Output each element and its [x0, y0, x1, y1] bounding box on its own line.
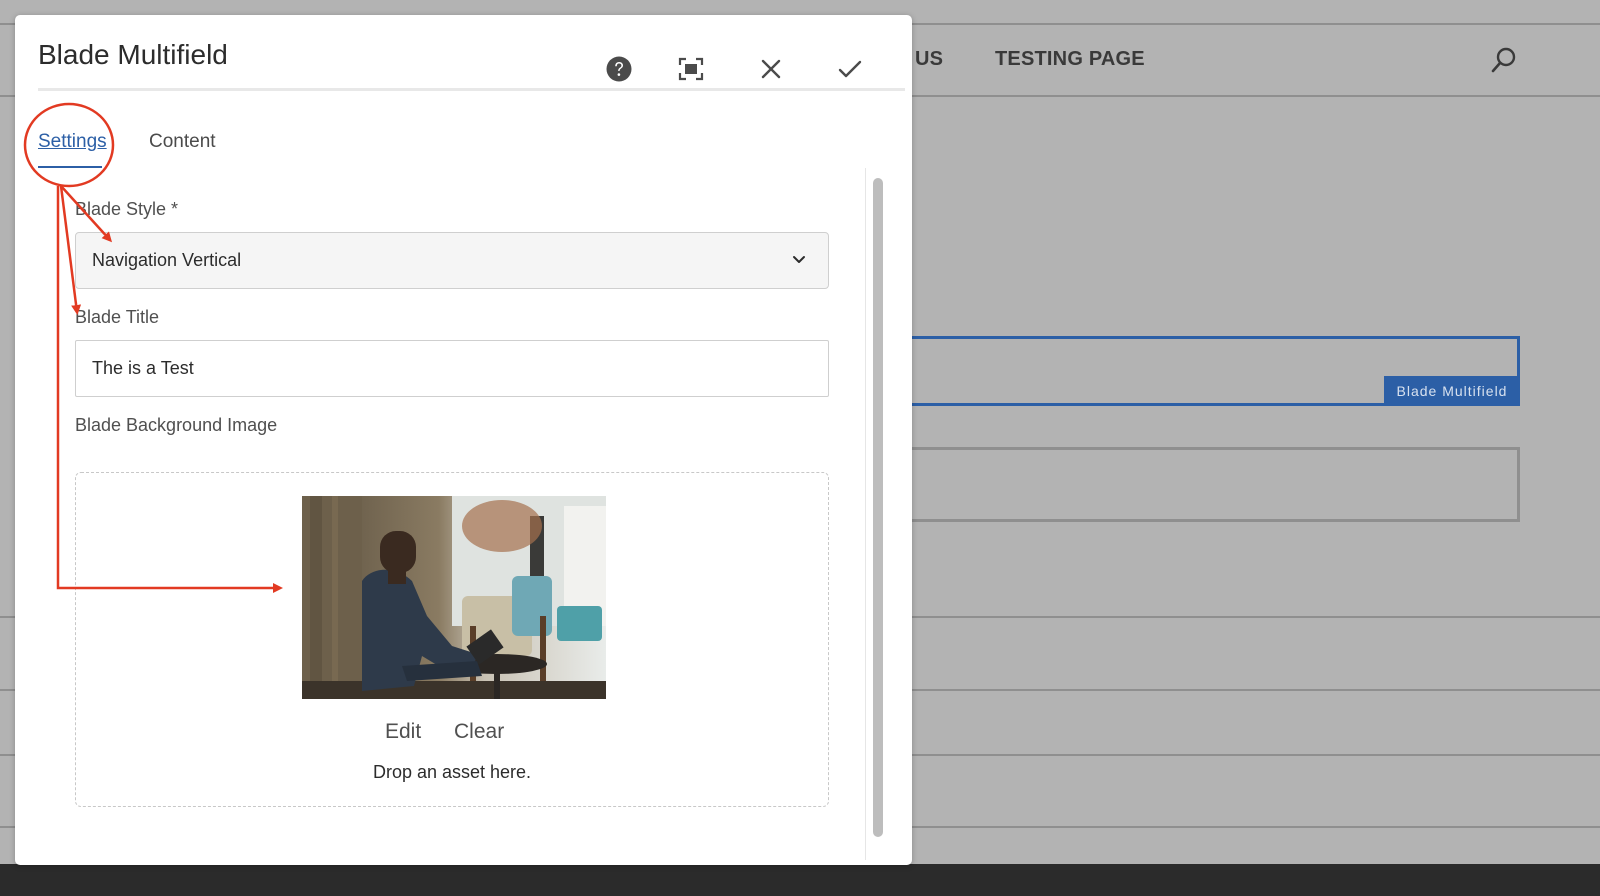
fullscreen-button[interactable] [671, 49, 711, 89]
component-outline[interactable] [880, 447, 1520, 522]
edit-asset-button[interactable]: Edit [385, 720, 421, 744]
component-badge: Blade Multifield [1384, 376, 1520, 406]
active-tab-indicator [38, 166, 102, 168]
close-button[interactable] [751, 49, 791, 89]
drop-hint: Drop an asset here. [372, 762, 532, 782]
blade-style-label: Blade Style * [75, 199, 179, 219]
nav-item-about-us[interactable]: US [915, 48, 943, 71]
checkmark-icon [838, 60, 862, 78]
blade-style-select[interactable]: Navigation Vertical [75, 232, 829, 289]
blade-multifield-dialog: Blade Multifield Settings Content Blade … [15, 15, 912, 865]
clear-asset-button[interactable]: Clear [454, 720, 504, 744]
chevron-down-icon [793, 256, 805, 263]
help-icon [606, 56, 632, 82]
fullscreen-icon [678, 57, 704, 81]
tab-content[interactable]: Content [149, 131, 216, 153]
blade-title-input[interactable]: The is a Test [75, 340, 829, 397]
done-button[interactable] [830, 49, 870, 89]
asset-drop-zone[interactable]: Edit Clear Drop an asset here. [75, 472, 829, 807]
background-image-label: Blade Background Image [75, 415, 278, 435]
close-icon [761, 59, 781, 79]
scrollbar-thumb[interactable] [873, 178, 883, 837]
blade-style-value: Navigation Vertical [92, 250, 242, 270]
blade-title-value: The is a Test [92, 358, 194, 378]
header-divider [38, 88, 905, 91]
blade-title-label: Blade Title [75, 307, 160, 327]
scrollbar[interactable] [865, 168, 887, 860]
search-icon[interactable] [1490, 46, 1518, 74]
tab-settings[interactable]: Settings [38, 131, 107, 153]
dialog-title: Blade Multifield [38, 39, 228, 70]
page-footer [0, 864, 1600, 896]
asset-thumbnail [302, 496, 606, 699]
help-button[interactable] [599, 49, 639, 89]
nav-item-testing-page[interactable]: TESTING PAGE [995, 48, 1145, 71]
